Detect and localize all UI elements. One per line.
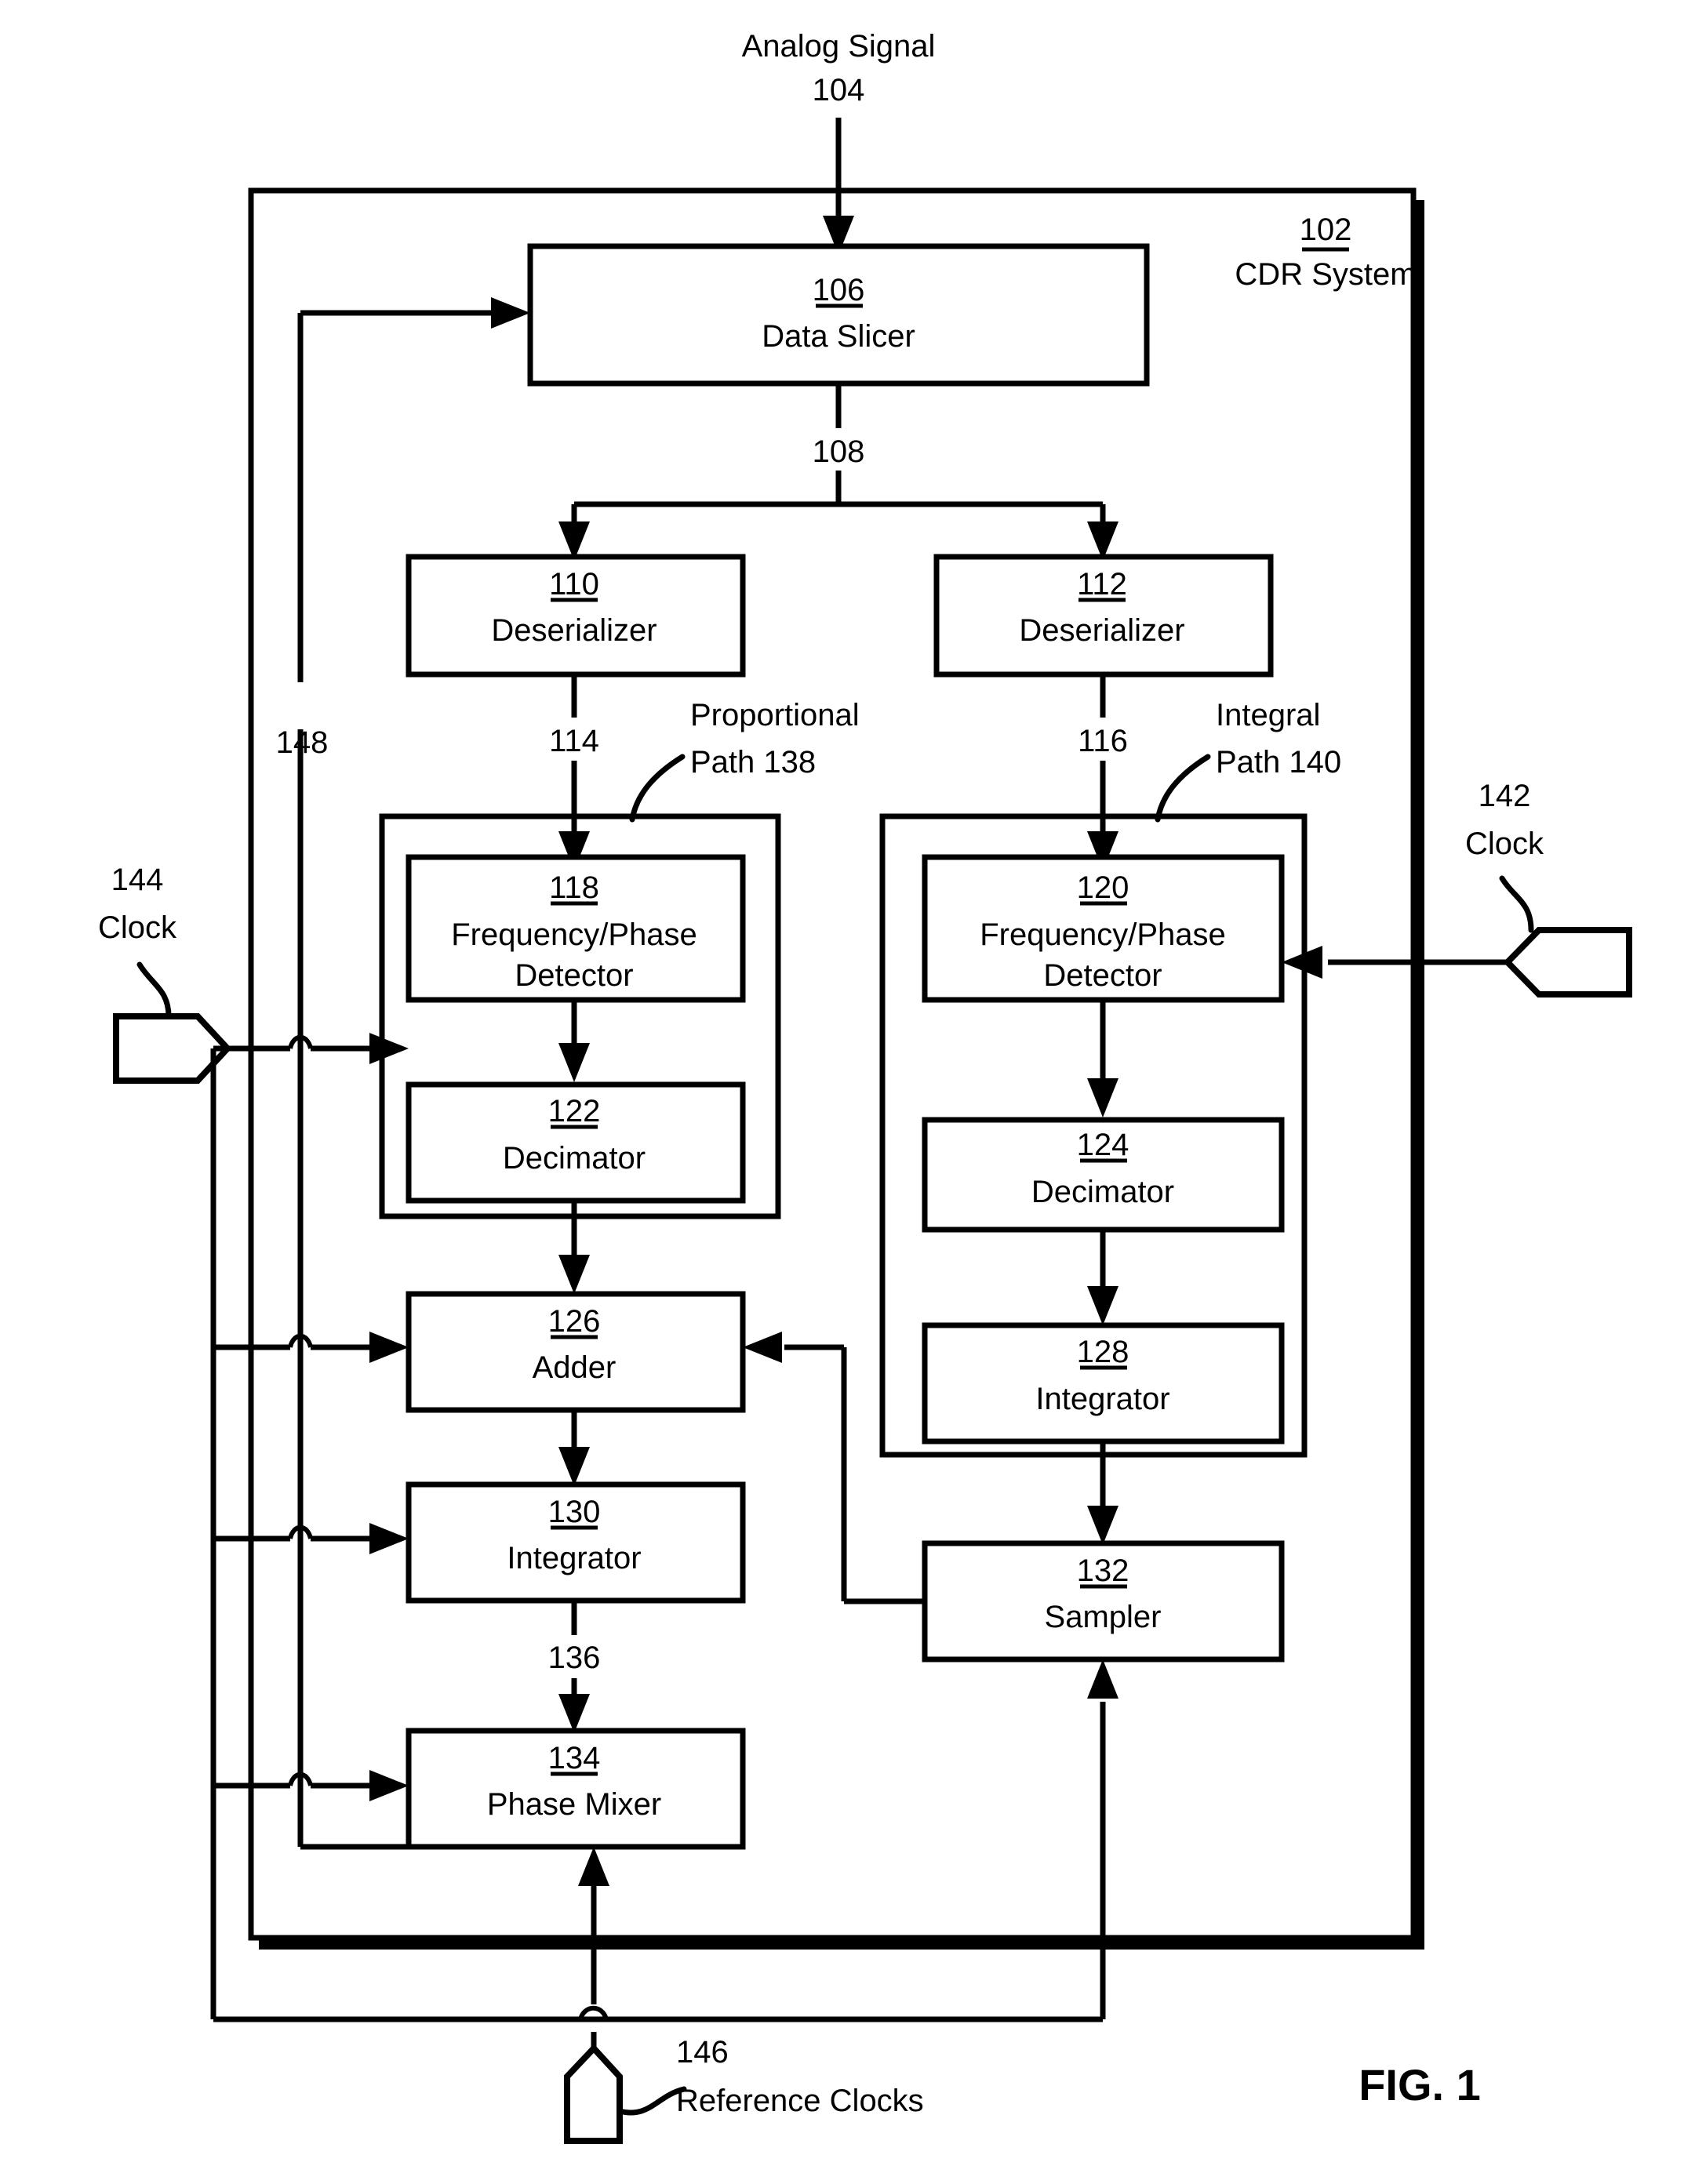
ref-106: 106	[813, 273, 865, 307]
label-deserializer-110: Deserializer	[491, 613, 657, 648]
label-integrator-128: Integrator	[1035, 1382, 1169, 1416]
label-phase-mixer: Phase Mixer	[487, 1787, 661, 1822]
label-decimator-122: Decimator	[503, 1141, 646, 1176]
clock-144-ref: 144	[111, 863, 164, 897]
arrow-clock142-to-fpd120	[1282, 946, 1508, 979]
ref-126: 126	[548, 1304, 601, 1339]
cdr-system-block-diagram: Analog Signal 104 102 CDR System 106 Dat…	[98, 29, 1632, 2144]
clock-142-connector[interactable]	[1499, 875, 1632, 998]
figure-label: FIG. 1	[1359, 2060, 1481, 2110]
signal-108-label: 108	[813, 434, 865, 469]
analog-signal-input-arrow	[823, 118, 854, 255]
feedback-sampler-to-adder	[743, 1332, 925, 1604]
ref-110: 110	[549, 567, 599, 601]
leader-integral-path	[1155, 754, 1211, 823]
proportional-path-line1: Proportional	[690, 698, 860, 732]
label-fpd-120-line1: Frequency/Phase	[980, 918, 1226, 952]
reference-clock-to-sampler	[1087, 1659, 1118, 2019]
arrow-120-to-124	[1087, 1000, 1118, 1117]
clock-146-name: Reference Clocks	[676, 2084, 924, 2118]
ref-112: 112	[1077, 567, 1127, 601]
ref-128: 128	[1077, 1335, 1129, 1369]
ref-124: 124	[1077, 1128, 1129, 1162]
label-fpd-118-line2: Detector	[515, 958, 633, 993]
ref-122: 122	[548, 1094, 601, 1128]
label-decimator-124: Decimator	[1031, 1175, 1174, 1209]
ref-130: 130	[548, 1495, 601, 1529]
label-integrator-130: Integrator	[507, 1541, 641, 1575]
signal-114-line	[558, 674, 590, 870]
label-fpd-118-line1: Frequency/Phase	[451, 918, 697, 952]
patent-figure-page: Analog Signal 104 102 CDR System 106 Dat…	[0, 0, 1695, 2184]
label-adder: Adder	[533, 1350, 617, 1385]
block-data-slicer[interactable]	[527, 243, 1150, 387]
signal-136-label: 136	[548, 1641, 601, 1675]
label-fpd-120-line2: Detector	[1043, 958, 1162, 993]
reference-clock-146-connector[interactable]	[564, 2044, 687, 2144]
arrow-118-to-122	[558, 1000, 590, 1082]
ref-120: 120	[1077, 870, 1129, 905]
ref-118: 118	[549, 870, 599, 905]
ref-132: 132	[1077, 1554, 1129, 1588]
clock-144-name: Clock	[98, 910, 177, 945]
integral-path-line1: Integral	[1216, 698, 1320, 732]
signal-148-feedback	[297, 297, 530, 1850]
analog-signal-ref: 104	[813, 73, 865, 107]
ref-134: 134	[548, 1741, 601, 1775]
label-data-slicer: Data Slicer	[762, 319, 915, 354]
proportional-path-line2: Path 138	[690, 745, 816, 779]
arrow-124-to-128	[1087, 1230, 1118, 1325]
signal-108-bus	[558, 383, 1118, 561]
signal-116-label: 116	[1078, 724, 1128, 758]
integral-path-line2: Path 140	[1216, 745, 1341, 779]
label-deserializer-112: Deserializer	[1019, 613, 1184, 648]
clock-142-ref: 142	[1479, 779, 1531, 813]
cdr-system-name: CDR System	[1235, 257, 1416, 292]
signal-148-label: 148	[276, 725, 329, 760]
cdr-system-ref: 102	[1300, 213, 1352, 247]
clock-146-ref: 146	[676, 2035, 729, 2070]
label-sampler: Sampler	[1045, 1600, 1162, 1634]
signal-114-label: 114	[549, 724, 599, 758]
leader-proportional-path	[629, 754, 686, 823]
signal-116-line	[1087, 674, 1118, 870]
analog-signal-label: Analog Signal	[742, 29, 936, 64]
clock-142-name: Clock	[1465, 827, 1544, 861]
arrow-adder-to-integrator	[558, 1410, 590, 1486]
